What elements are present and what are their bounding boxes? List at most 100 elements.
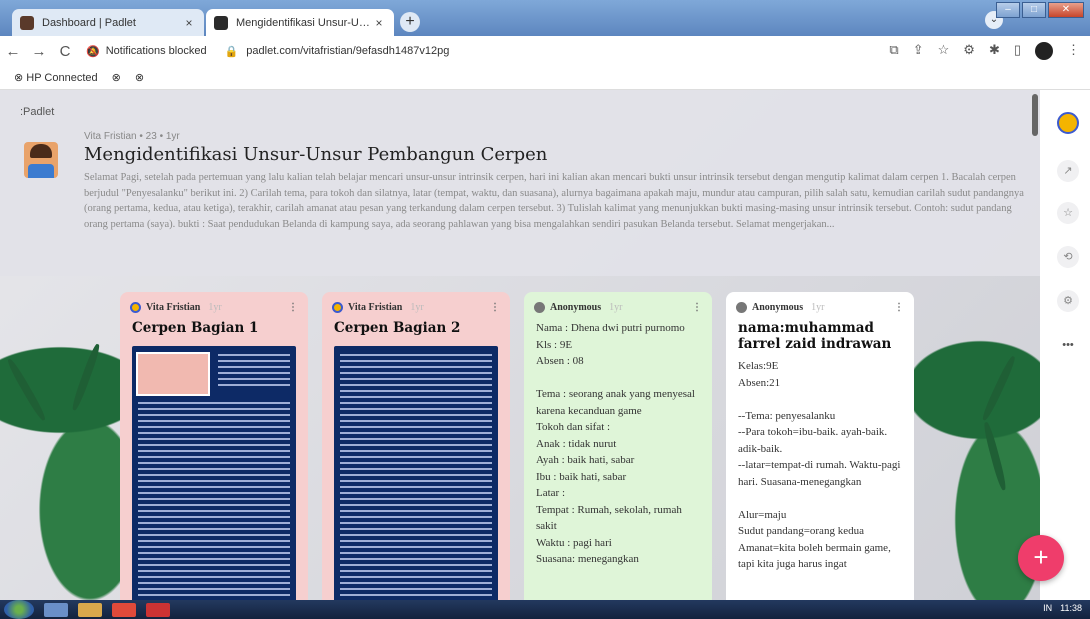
doc-line bbox=[340, 474, 492, 476]
padlet-favicon-icon bbox=[20, 15, 34, 30]
post-age: 1yr bbox=[609, 301, 623, 313]
star-icon[interactable]: ☆ bbox=[1057, 202, 1079, 224]
doc-line bbox=[138, 594, 290, 596]
post-card[interactable]: Anonymous 1yr ⋮ Nama : Dhena dwi putri p… bbox=[524, 292, 712, 600]
doc-line bbox=[340, 396, 492, 398]
attachment-illustration bbox=[136, 352, 210, 396]
doc-line bbox=[340, 420, 492, 422]
avatar bbox=[332, 301, 343, 313]
close-window-button[interactable]: ✕ bbox=[1048, 2, 1084, 18]
close-tab-icon[interactable]: × bbox=[182, 16, 196, 30]
post-menu-icon[interactable]: ⋮ bbox=[490, 302, 500, 313]
padlet-logo[interactable]: :Padlet bbox=[20, 106, 54, 118]
notifications-label: Notifications blocked bbox=[105, 45, 207, 57]
profile-avatar[interactable] bbox=[1035, 42, 1053, 60]
doc-line bbox=[340, 354, 492, 356]
tab-padlet[interactable]: Mengidentifikasi Unsur-Unsur Pe × bbox=[206, 9, 394, 36]
back-icon[interactable]: ← bbox=[0, 43, 26, 60]
profile-avatar[interactable] bbox=[1057, 112, 1079, 134]
sidepanel-icon[interactable]: ▯ bbox=[1014, 42, 1021, 60]
doc-line bbox=[340, 522, 492, 524]
bookmark-star-icon[interactable]: ☆ bbox=[938, 42, 950, 60]
browser-window: Dashboard | Padlet × Mengidentifikasi Un… bbox=[0, 0, 1090, 619]
explorer-taskbar-icon[interactable] bbox=[44, 602, 68, 617]
doc-line bbox=[138, 468, 290, 470]
doc-line bbox=[218, 366, 290, 368]
scrollbar[interactable] bbox=[1032, 94, 1038, 136]
document-attachment[interactable] bbox=[132, 346, 296, 600]
system-tray: IN 11:38 bbox=[1043, 603, 1082, 613]
doc-line bbox=[340, 558, 492, 560]
teacher-emoji-icon bbox=[24, 142, 58, 178]
doc-line bbox=[340, 546, 492, 548]
install-icon[interactable]: ⧉ bbox=[889, 42, 898, 60]
share-icon[interactable]: ⇪ bbox=[913, 42, 924, 60]
doc-line bbox=[138, 438, 290, 440]
doc-line bbox=[218, 378, 290, 380]
close-tab-icon[interactable]: × bbox=[372, 16, 386, 30]
settings-gear-icon[interactable]: ⚙ bbox=[1057, 290, 1079, 312]
minimize-button[interactable]: – bbox=[996, 2, 1020, 18]
document-attachment[interactable] bbox=[334, 346, 498, 600]
chrome-taskbar-icon[interactable] bbox=[112, 602, 136, 617]
post-age: 1yr bbox=[410, 301, 424, 313]
add-post-button[interactable]: + bbox=[1018, 535, 1064, 581]
start-button[interactable] bbox=[4, 600, 34, 619]
doc-line bbox=[138, 522, 290, 524]
doc-line bbox=[340, 510, 492, 512]
page-title: Mengidentifikasi Unsur-Unsur Pembangun C… bbox=[84, 144, 548, 165]
share-icon[interactable]: ↗ bbox=[1057, 160, 1079, 182]
doc-line bbox=[340, 492, 492, 494]
tab-strip: Dashboard | Padlet × Mengidentifikasi Un… bbox=[0, 0, 1090, 36]
avatar bbox=[130, 301, 141, 313]
wall-author: Vita Fristian • 23 • 1yr bbox=[84, 131, 180, 142]
bookmark-icon[interactable]: ⊗ bbox=[135, 71, 144, 84]
folder-taskbar-icon[interactable] bbox=[78, 602, 102, 617]
forward-icon[interactable]: → bbox=[26, 43, 52, 60]
tab-dashboard[interactable]: Dashboard | Padlet × bbox=[12, 9, 204, 36]
doc-line bbox=[340, 486, 492, 488]
doc-line bbox=[138, 540, 290, 542]
more-icon[interactable]: ••• bbox=[1057, 334, 1079, 356]
remake-icon[interactable]: ⟲ bbox=[1057, 246, 1079, 268]
padlet-favicon-icon bbox=[214, 15, 228, 30]
post-card[interactable]: Anonymous 1yr ⋮ nama:muhammad farrel zai… bbox=[726, 292, 914, 600]
bell-off-icon: 🔕 bbox=[86, 45, 100, 58]
extension-icon[interactable]: ⚙ bbox=[963, 42, 975, 60]
post-title: Cerpen Bagian 1 bbox=[132, 320, 259, 336]
post-age: 1yr bbox=[208, 301, 222, 313]
post-menu-icon[interactable]: ⋮ bbox=[692, 302, 702, 313]
clock[interactable]: 11:38 bbox=[1060, 603, 1082, 613]
pdf-taskbar-icon[interactable] bbox=[146, 602, 170, 617]
window-controls: – □ ✕ bbox=[996, 2, 1084, 18]
doc-line bbox=[138, 480, 290, 482]
maximize-button[interactable]: □ bbox=[1022, 2, 1046, 18]
url-field[interactable]: 🔒 padlet.com/vitafristian/9efasdh1487v12… bbox=[225, 45, 450, 58]
doc-line bbox=[340, 582, 492, 584]
new-tab-button[interactable]: + bbox=[400, 12, 420, 32]
padlet-header: :Padlet Vita Fristian • 23 • 1yr Mengide… bbox=[0, 90, 1040, 276]
notifications-blocked-chip[interactable]: 🔕 Notifications blocked bbox=[86, 45, 207, 58]
doc-line bbox=[138, 474, 290, 476]
menu-kebab-icon[interactable]: ⋮ bbox=[1067, 42, 1080, 60]
doc-line bbox=[340, 588, 492, 590]
doc-line bbox=[138, 528, 290, 530]
windows-taskbar: IN 11:38 bbox=[0, 600, 1090, 619]
reload-icon[interactable]: C bbox=[52, 43, 78, 60]
doc-line bbox=[340, 468, 492, 470]
doc-line bbox=[340, 390, 492, 392]
post-menu-icon[interactable]: ⋮ bbox=[288, 302, 298, 313]
doc-line bbox=[218, 360, 290, 362]
bookmark-hp-connected[interactable]: ⊗ HP Connected bbox=[14, 71, 98, 84]
post-menu-icon[interactable]: ⋮ bbox=[894, 302, 904, 313]
bookmark-icon[interactable]: ⊗ bbox=[112, 71, 121, 84]
doc-line bbox=[340, 528, 492, 530]
doc-line bbox=[138, 414, 290, 416]
doc-line bbox=[218, 372, 290, 374]
doc-line bbox=[340, 456, 492, 458]
language-indicator[interactable]: IN bbox=[1043, 603, 1052, 613]
doc-line bbox=[340, 564, 492, 566]
post-card[interactable]: Vita Fristian 1yr ⋮ Cerpen Bagian 2 bbox=[322, 292, 510, 600]
puzzle-icon[interactable]: ✱ bbox=[989, 42, 1000, 60]
post-card[interactable]: Vita Fristian 1yr ⋮ Cerpen Bagian 1 bbox=[120, 292, 308, 600]
